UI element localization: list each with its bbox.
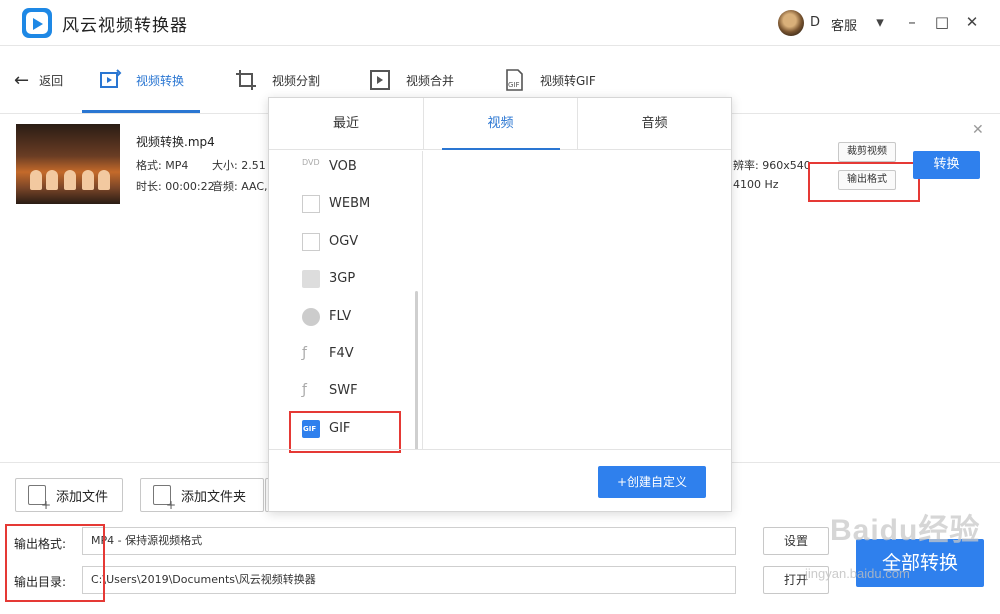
add-file-button[interactable]: 添加文件 <box>15 478 123 512</box>
tab-recent[interactable]: 最近 <box>269 98 423 150</box>
format-label: OGV <box>329 234 359 249</box>
format-item-swf[interactable]: ƒ SWF <box>269 372 409 409</box>
gif-icon: GIF <box>506 69 523 91</box>
watermark-sub: jingyan.baidu.com <box>805 566 910 581</box>
tab-label: 视频分割 <box>272 73 321 88</box>
file-resolution: 辨率: 960x540 <box>733 159 811 172</box>
video-merge-icon <box>370 70 390 90</box>
menu-icon[interactable]: ▾ <box>868 10 892 34</box>
format-list: DVD VOB WEBM OGV 3GP FLV ƒ F4V ƒ SWF GIF <box>269 151 423 449</box>
thumb-figure <box>98 170 110 190</box>
file-sample-rate: 4100 Hz <box>733 178 779 191</box>
tab-label: 视频转GIF <box>540 73 596 88</box>
user-name[interactable]: D <box>810 15 820 30</box>
format-list-scrollbar[interactable] <box>415 291 418 449</box>
add-folder-label: 添加文件夹 <box>181 489 247 505</box>
back-label: 返回 <box>39 73 64 88</box>
file-format: 格式: MP4 <box>136 159 189 172</box>
minimize-icon[interactable]: – <box>900 10 924 34</box>
format-item-f4v[interactable]: ƒ F4V <box>269 335 409 372</box>
maximize-icon[interactable]: □ <box>930 10 954 34</box>
flv-icon <box>302 307 320 326</box>
tab-audio[interactable]: 音频 <box>577 98 731 150</box>
svg-text:GIF: GIF <box>508 81 520 89</box>
format-label: WEBM <box>329 196 371 211</box>
thumb-figure <box>30 170 42 190</box>
add-file-label: 添加文件 <box>56 489 109 505</box>
app-logo-icon <box>22 8 52 38</box>
watermark: Baidu经验 <box>830 514 981 547</box>
settings-button[interactable]: 设置 <box>763 527 829 555</box>
format-label: 3GP <box>329 271 356 286</box>
file-name: 视频转换.mp4 <box>136 135 215 149</box>
video-convert-icon <box>100 69 122 88</box>
back-arrow-icon: ← <box>14 69 30 91</box>
format-item-webm[interactable]: WEBM <box>269 185 409 222</box>
video-thumbnail[interactable] <box>16 124 120 204</box>
add-file-icon <box>28 485 51 512</box>
file-duration: 时长: 00:00:22 <box>136 180 215 193</box>
format-item-3gp[interactable]: 3GP <box>269 260 409 297</box>
output-dir-field[interactable]: C:\Users\2019\Documents\风云视频转换器 <box>82 566 736 594</box>
ogv-icon <box>302 232 320 251</box>
tab-video-convert[interactable]: 视频转换 <box>98 46 184 114</box>
thumb-figure <box>64 170 76 190</box>
format-item-vob[interactable]: DVD VOB <box>269 151 409 185</box>
popup-tab-indicator <box>442 148 560 150</box>
format-label: FLV <box>329 309 352 324</box>
format-label: F4V <box>329 346 354 361</box>
close-icon[interactable]: ✕ <box>960 10 984 34</box>
convert-button[interactable]: 转换 <box>913 151 980 179</box>
highlight-box <box>5 524 105 602</box>
crop-video-button[interactable]: 裁剪视频 <box>838 142 896 162</box>
dvd-icon: DVD <box>302 157 320 167</box>
thumb-figure <box>82 170 94 190</box>
output-format-field[interactable]: MP4 - 保持源视频格式 <box>82 527 736 555</box>
format-item-flv[interactable]: FLV <box>269 298 409 335</box>
format-popup: 最近 视频 音频 DVD VOB WEBM OGV 3GP FLV ƒ F4V ƒ S… <box>268 97 732 512</box>
thumb-figure <box>46 170 58 190</box>
popup-tabs: 最近 视频 音频 <box>269 98 731 150</box>
format-item-ogv[interactable]: OGV <box>269 223 409 260</box>
tab-label: 视频合并 <box>406 73 455 88</box>
customer-service-link[interactable]: 客服 <box>831 15 857 34</box>
app-title: 风云视频转换器 <box>62 16 188 36</box>
flash-icon: ƒ <box>302 344 307 361</box>
back-button[interactable]: ← 返回 <box>14 46 63 114</box>
video-split-icon <box>236 70 256 90</box>
create-custom-button[interactable]: +创建自定义 <box>598 466 706 498</box>
tab-video[interactable]: 视频 <box>423 98 577 150</box>
remove-file-icon[interactable]: ✕ <box>972 122 984 138</box>
active-tab-indicator <box>82 110 200 113</box>
highlight-box <box>808 162 920 202</box>
highlight-box <box>289 411 401 453</box>
tab-label: 视频转换 <box>136 73 185 88</box>
popup-footer: +创建自定义 <box>269 449 731 512</box>
format-label: VOB <box>329 159 357 174</box>
flash-icon: ƒ <box>302 381 307 398</box>
title-bar: 风云视频转换器 D 客服 ▾ – □ ✕ <box>0 0 1000 46</box>
format-label: SWF <box>329 383 358 398</box>
add-folder-icon <box>153 485 176 512</box>
3gp-icon <box>302 269 320 288</box>
webm-icon <box>302 194 320 213</box>
avatar[interactable] <box>778 10 804 36</box>
add-folder-button[interactable]: 添加文件夹 <box>140 478 264 512</box>
